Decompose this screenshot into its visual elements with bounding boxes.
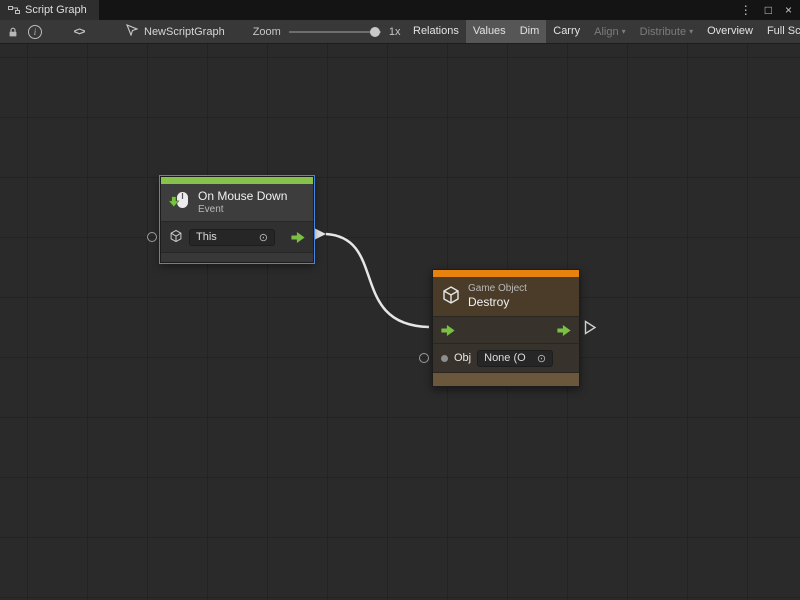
- chevron-down-icon: ▾: [689, 27, 693, 36]
- dim-button[interactable]: Dim: [513, 20, 547, 43]
- obj-value-field[interactable]: None (O ⊙: [477, 350, 553, 367]
- obj-value-dot-icon: [441, 355, 448, 362]
- zoom-slider[interactable]: [289, 31, 381, 33]
- toolbar-buttons: Relations Values Dim Carry Align ▾ Distri…: [406, 20, 800, 43]
- align-button: Align ▾: [587, 20, 632, 43]
- destroy-node-title: Destroy: [468, 295, 527, 310]
- lock-icon[interactable]: [2, 20, 24, 43]
- mouse-down-icon: [169, 190, 191, 215]
- graph-name-group[interactable]: NewScriptGraph: [126, 24, 225, 39]
- fullscreen-button[interactable]: Full Scr: [760, 20, 800, 43]
- distribute-button: Distribute▾: [633, 20, 700, 43]
- event-accent-bar: [161, 177, 313, 184]
- cube-icon: [441, 285, 461, 308]
- zoom-label: Zoom: [253, 26, 281, 38]
- destroy-output-continuation-icon: [584, 320, 597, 335]
- event-node-title: On Mouse Down: [198, 189, 287, 204]
- target-picker-icon[interactable]: ⊙: [537, 352, 546, 365]
- connection-wire[interactable]: [326, 234, 429, 327]
- obj-value: None (O: [484, 352, 526, 364]
- distribute-button-label: Distribute: [640, 26, 686, 38]
- event-target-field[interactable]: This ⊙: [189, 229, 275, 246]
- relations-button[interactable]: Relations: [406, 20, 466, 43]
- graph-toolbar: i <> NewScriptGraph Zoom 1x Relations Va…: [0, 20, 800, 44]
- node-destroy[interactable]: Game Object Destroy Obj None (O ⊙: [432, 269, 580, 387]
- destroy-flow-input-port[interactable]: [441, 325, 455, 336]
- zoom-control: Zoom 1x: [253, 26, 401, 38]
- maximize-icon[interactable]: □: [765, 0, 772, 20]
- chevron-down-icon: ▾: [622, 27, 626, 36]
- destroy-node-footer: [433, 372, 579, 386]
- cube-icon: [169, 229, 183, 246]
- graph-pointer-icon: [126, 24, 138, 39]
- tab-title: Script Graph: [25, 4, 87, 16]
- window-titlebar: Script Graph ⋮ □ ×: [0, 0, 800, 20]
- event-node-footer: [161, 252, 313, 262]
- graph-canvas[interactable]: On Mouse Down Event This ⊙: [0, 44, 800, 600]
- destroy-flow-row: [433, 316, 579, 343]
- event-node-header: On Mouse Down Event: [161, 184, 313, 221]
- values-button[interactable]: Values: [466, 20, 513, 43]
- overview-button[interactable]: Overview: [700, 20, 760, 43]
- event-target-row: This ⊙: [161, 221, 313, 252]
- zoom-slider-knob[interactable]: [370, 27, 380, 37]
- event-flow-output-port[interactable]: [291, 232, 305, 243]
- align-button-label: Align: [594, 26, 618, 38]
- window-controls: ⋮ □ ×: [740, 0, 800, 20]
- script-graph-icon: [8, 4, 20, 16]
- event-target-value: This: [196, 231, 217, 243]
- event-node-subtitle: Event: [198, 204, 287, 217]
- target-picker-icon[interactable]: ⊙: [259, 231, 268, 244]
- window-menu-icon[interactable]: ⋮: [740, 0, 752, 20]
- obj-label: Obj: [454, 352, 471, 364]
- zoom-value: 1x: [389, 26, 401, 38]
- connection-start-arrow-icon: [314, 228, 326, 240]
- node-on-mouse-down[interactable]: On Mouse Down Event This ⊙: [160, 176, 314, 263]
- destroy-obj-row: Obj None (O ⊙: [433, 343, 579, 372]
- destroy-accent-bar: [433, 270, 579, 277]
- close-icon[interactable]: ×: [785, 0, 792, 20]
- destroy-node-supertitle: Game Object: [468, 283, 527, 296]
- code-preview-icon[interactable]: <>: [68, 20, 90, 43]
- destroy-node-header: Game Object Destroy: [433, 277, 579, 316]
- connection-layer: [0, 44, 800, 600]
- info-icon[interactable]: i: [24, 20, 46, 43]
- carry-button[interactable]: Carry: [546, 20, 587, 43]
- destroy-flow-output-port[interactable]: [557, 325, 571, 336]
- event-target-input-port[interactable]: [147, 232, 157, 242]
- tab-script-graph[interactable]: Script Graph: [0, 0, 99, 20]
- graph-name: NewScriptGraph: [144, 26, 225, 38]
- destroy-obj-input-port[interactable]: [419, 353, 429, 363]
